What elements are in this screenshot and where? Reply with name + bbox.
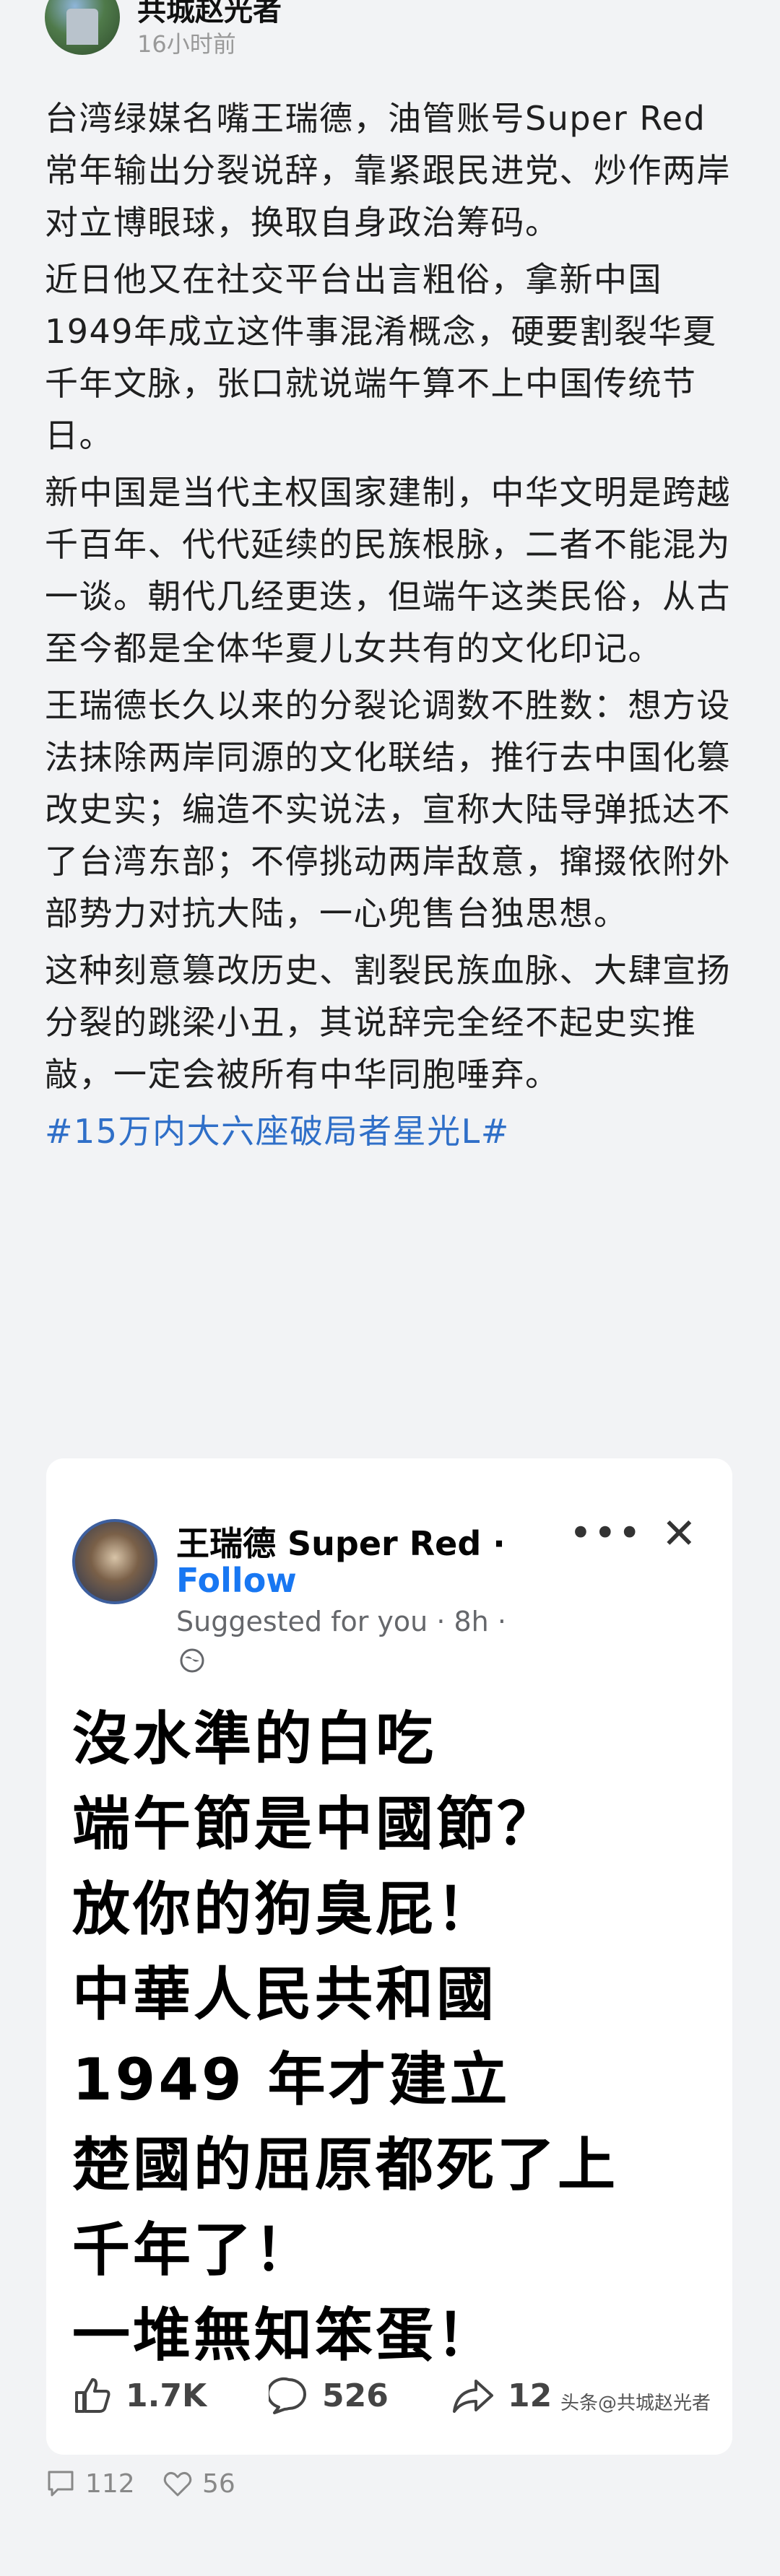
comment-count-footer: 112 <box>85 2468 135 2499</box>
thumbs-up-icon <box>75 2378 110 2413</box>
globe-icon <box>180 1648 204 1673</box>
like-count: 1.7K <box>126 2377 207 2414</box>
comment-icon <box>48 2471 74 2497</box>
fb-like-count: 1.7K <box>72 2375 207 2416</box>
fb-post-line: 楚國的屈原都死了上 <box>72 2131 618 2198</box>
watermark-text: 头条@共城赵光者 <box>560 2393 711 2414</box>
like-count-footer: 56 <box>202 2468 235 2499</box>
fb-post-line: 放你的狗臭屁！ <box>72 1876 497 1943</box>
comment-button[interactable]: 112 <box>45 2468 135 2499</box>
fb-post-line: 千年了！ <box>72 2216 315 2284</box>
share-arrow-icon <box>453 2380 493 2413</box>
post-body: 台湾绿媒名嘴王瑞德，油管账号Super Red常年输出分裂说辞，靠紧跟民进党、炒… <box>45 92 738 1162</box>
paragraph: 台湾绿媒名嘴王瑞德，油管账号Super Red常年输出分裂说辞，靠紧跟民进党、炒… <box>45 99 731 242</box>
post-timestamp: 16小时前 <box>137 30 236 58</box>
post-header: 共城赵光者 16小时前 <box>0 0 780 79</box>
fb-suggested-label: Suggested for you · 8h · <box>176 1606 506 1637</box>
paragraph: 新中国是当代主权国家建制，中华文明是跨越千百年、代代延续的民族根脉，二者不能混为… <box>45 473 731 668</box>
embedded-screenshot[interactable]: 王瑞德 Super Red · ••• ✕ Follow Suggested f… <box>46 1458 732 2455</box>
fb-post-line: 1949 年才建立 <box>72 2046 511 2113</box>
author-name[interactable]: 共城赵光者 <box>137 0 282 29</box>
fb-avatar <box>72 1519 157 1604</box>
close-icon: ✕ <box>662 1509 697 1558</box>
paragraph: 这种刻意篡改历史、割裂民族血脉、大肆宣扬分裂的跳梁小丑，其说辞完全经不起史实推敲… <box>45 951 731 1094</box>
fb-post-line: 一堆無知笨蛋！ <box>72 2302 497 2369</box>
fb-comment-count: 526 <box>269 2375 389 2416</box>
post-footer: 112 56 <box>45 2468 738 2533</box>
more-options-icon: ••• <box>569 1510 643 1556</box>
fb-post-line: 中華人民共和國 <box>72 1961 497 2028</box>
fb-page-name: 王瑞德 Super Red · <box>176 1524 506 1563</box>
fb-post-line: 端午節是中國節？ <box>72 1790 558 1858</box>
comment-count: 526 <box>322 2377 389 2414</box>
paragraph: 王瑞德长久以来的分裂论调数不胜数：想方设法抹除两岸同源的文化联结，推行去中国化篡… <box>45 686 731 933</box>
fb-share-count: 12 <box>451 2375 552 2416</box>
fb-post-text: 沒水準的白吃 端午節是中國節？ 放你的狗臭屁！ 中華人民共和國 1949 年才建… <box>72 1697 715 2378</box>
like-button[interactable]: 56 <box>162 2468 235 2499</box>
share-count: 12 <box>508 2377 552 2414</box>
fb-follow-label: Follow <box>176 1561 297 1600</box>
fb-post-line: 沒水準的白吃 <box>72 1705 436 1772</box>
author-avatar[interactable] <box>45 0 120 55</box>
paragraph: 近日他又在社交平台出言粗俗，拿新中国1949年成立这件事混淆概念，硬要割裂华夏千… <box>45 260 717 455</box>
hashtag-link[interactable]: #15万内大六座破局者星光L# <box>45 1105 738 1157</box>
comment-bubble-icon <box>269 2377 306 2414</box>
heart-icon <box>163 2471 192 2497</box>
